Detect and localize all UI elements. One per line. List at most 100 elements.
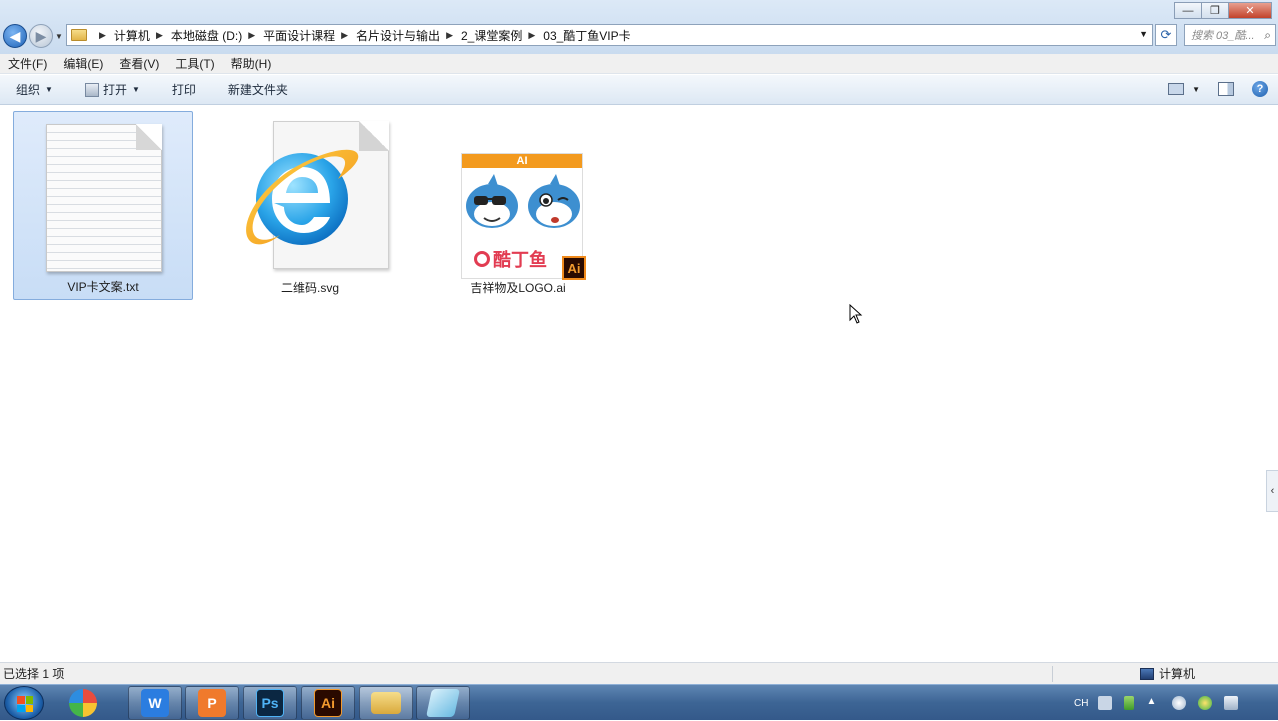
restore-button[interactable]: ❐ (1201, 2, 1229, 19)
file-name: 二维码.svg (280, 281, 339, 295)
breadcrumb-card-design[interactable]: 名片设计与输出 (356, 27, 440, 44)
chevron-down-icon: ▼ (45, 85, 53, 94)
breadcrumb-drive-d[interactable]: 本地磁盘 (D:) (171, 27, 242, 44)
selection-status: 已选择 1 项 (3, 667, 65, 681)
minimize-button[interactable]: — (1174, 2, 1202, 19)
360-icon (69, 689, 97, 717)
text-document-icon (46, 124, 162, 272)
folder-icon (71, 29, 87, 41)
view-controls: ▼ ? (1168, 81, 1268, 97)
start-button[interactable] (4, 686, 44, 720)
organize-button[interactable]: 组织 ▼ (0, 81, 69, 98)
preview-pane-icon[interactable] (1218, 82, 1234, 96)
breadcrumb-course[interactable]: 平面设计课程 (263, 27, 335, 44)
menu-help[interactable]: 帮助(H) (223, 55, 280, 72)
refresh-icon: ⟳ (1160, 27, 1172, 42)
file-list-area[interactable]: VIP卡文案.txt 二维码.svg AI 酷丁鱼 Ai 吉祥物及LOGO.ai… (0, 106, 1278, 662)
back-arrow-icon: ◀ (9, 27, 21, 44)
chevron-right-icon[interactable]: ▶ (248, 30, 255, 41)
new-folder-label: 新建文件夹 (227, 83, 288, 97)
forward-button[interactable]: ▶ (29, 24, 53, 48)
help-icon[interactable]: ? (1252, 81, 1268, 97)
computer-icon (1140, 667, 1154, 680)
chevron-left-icon: ‹ (1270, 485, 1275, 497)
recent-pages-dropdown[interactable]: ▼ (55, 32, 63, 41)
taskbar-app-wps-writer[interactable]: W (128, 686, 182, 720)
internet-explorer-icon (234, 137, 364, 267)
close-button[interactable]: ✕ (1228, 2, 1272, 19)
photoshop-icon: Ps (256, 689, 284, 717)
address-dropdown-icon[interactable]: ▼ (1139, 29, 1148, 39)
breadcrumb-computer[interactable]: 计算机 (114, 27, 150, 44)
address-bar[interactable]: ▶ 计算机 ▶ 本地磁盘 (D:) ▶ 平面设计课程 ▶ 名片设计与输出 ▶ 2… (66, 24, 1153, 46)
file-item-ai[interactable]: AI 酷丁鱼 Ai 吉祥物及LOGO.ai (428, 111, 608, 300)
brand-logo-text: 酷丁鱼 (493, 250, 547, 270)
thumbnail-header: AI (462, 154, 582, 168)
chevron-down-icon[interactable]: ▼ (1192, 85, 1200, 94)
chevron-right-icon[interactable]: ▶ (341, 30, 348, 41)
window-controls: — ❐ ✕ (1174, 2, 1272, 19)
file-item-txt[interactable]: VIP卡文案.txt (13, 111, 193, 300)
chevron-down-icon: ▼ (131, 85, 140, 94)
command-bar: 组织 ▼ 打开 ▼ 打印 新建文件夹 ▼ ? (0, 75, 1278, 105)
taskbar-app-notes[interactable] (416, 686, 470, 720)
chevron-right-icon[interactable]: ▶ (528, 30, 535, 41)
search-input[interactable]: 搜索 03_酷... ⌕ (1184, 24, 1276, 46)
open-icon (84, 82, 99, 97)
keyboard-icon[interactable] (1098, 696, 1113, 710)
volume-icon[interactable] (1224, 696, 1239, 710)
taskbar-app-wps-presentation[interactable]: P (185, 686, 239, 720)
file-item-svg[interactable]: 二维码.svg (220, 111, 400, 300)
search-placeholder: 搜索 03_酷... (1191, 30, 1255, 42)
menu-bar: 文件(F) 编辑(E) 查看(V) 工具(T) 帮助(H) (0, 54, 1278, 74)
status-location: 计算机 (1140, 665, 1195, 682)
open-label: 打开 (102, 83, 127, 97)
taskbar-app-photoshop[interactable]: Ps (243, 686, 297, 720)
forward-arrow-icon: ▶ (35, 27, 47, 44)
menu-file[interactable]: 文件(F) (0, 55, 55, 72)
change-view-icon[interactable] (1168, 83, 1185, 95)
title-bar: — ❐ ✕ ◀ ▶ ▼ ▶ 计算机 ▶ 本地磁盘 (D:) ▶ 平面设计课程 ▶… (0, 0, 1278, 54)
refresh-button[interactable]: ⟳ (1155, 24, 1177, 46)
security-status-icon[interactable] (1198, 696, 1213, 710)
organize-label: 组织 (16, 83, 41, 97)
input-language-indicator[interactable]: CH (1074, 698, 1088, 709)
file-explorer-icon (371, 692, 401, 714)
status-divider (1052, 666, 1053, 682)
status-bar: 已选择 1 项 计算机 (0, 662, 1278, 684)
breadcrumb-class-cases[interactable]: 2_课堂案例 (461, 27, 522, 44)
menu-tools[interactable]: 工具(T) (167, 55, 222, 72)
print-button[interactable]: 打印 (156, 81, 212, 98)
menu-view[interactable]: 查看(V) (111, 55, 167, 72)
battery-icon[interactable] (1124, 696, 1135, 710)
search-icon[interactable]: ⌕ (1264, 28, 1271, 43)
explorer-window: — ❐ ✕ ◀ ▶ ▼ ▶ 计算机 ▶ 本地磁盘 (D:) ▶ 平面设计课程 ▶… (0, 0, 1278, 684)
mouse-cursor-icon (849, 303, 863, 327)
show-hidden-icons-icon[interactable]: ▲ (1146, 696, 1160, 710)
open-button[interactable]: 打开 ▼ (69, 81, 156, 98)
back-button[interactable]: ◀ (3, 24, 27, 48)
taskbar: W P Ps Ai CH ▲ (0, 684, 1278, 720)
brand-logo: 酷丁鱼 (474, 246, 547, 272)
chevron-right-icon[interactable]: ▶ (99, 30, 106, 41)
wps-presentation-icon: P (198, 689, 226, 717)
taskbar-app-illustrator[interactable]: Ai (301, 686, 355, 720)
system-tray: CH ▲ (1074, 685, 1278, 721)
speaker-icon[interactable] (1172, 696, 1187, 710)
taskbar-app-explorer[interactable] (359, 686, 413, 720)
new-folder-button[interactable]: 新建文件夹 (212, 81, 304, 98)
illustrator-icon: Ai (314, 689, 342, 717)
mascot-image (466, 174, 580, 228)
print-label: 打印 (171, 83, 196, 97)
chevron-right-icon[interactable]: ▶ (156, 30, 163, 41)
status-location-label: 计算机 (1159, 667, 1196, 681)
taskbar-app-360[interactable] (56, 686, 110, 720)
illustrator-badge-icon: Ai (562, 256, 586, 280)
details-pane-toggle[interactable]: ‹ (1266, 470, 1278, 512)
chevron-right-icon[interactable]: ▶ (446, 30, 453, 41)
breadcrumb-current-folder[interactable]: 03_酷丁鱼VIP卡 (543, 27, 630, 44)
wps-writer-icon: W (141, 689, 169, 717)
menu-edit[interactable]: 编辑(E) (55, 55, 111, 72)
file-name: VIP卡文案.txt (67, 280, 139, 294)
brand-logo-mark (474, 251, 490, 267)
